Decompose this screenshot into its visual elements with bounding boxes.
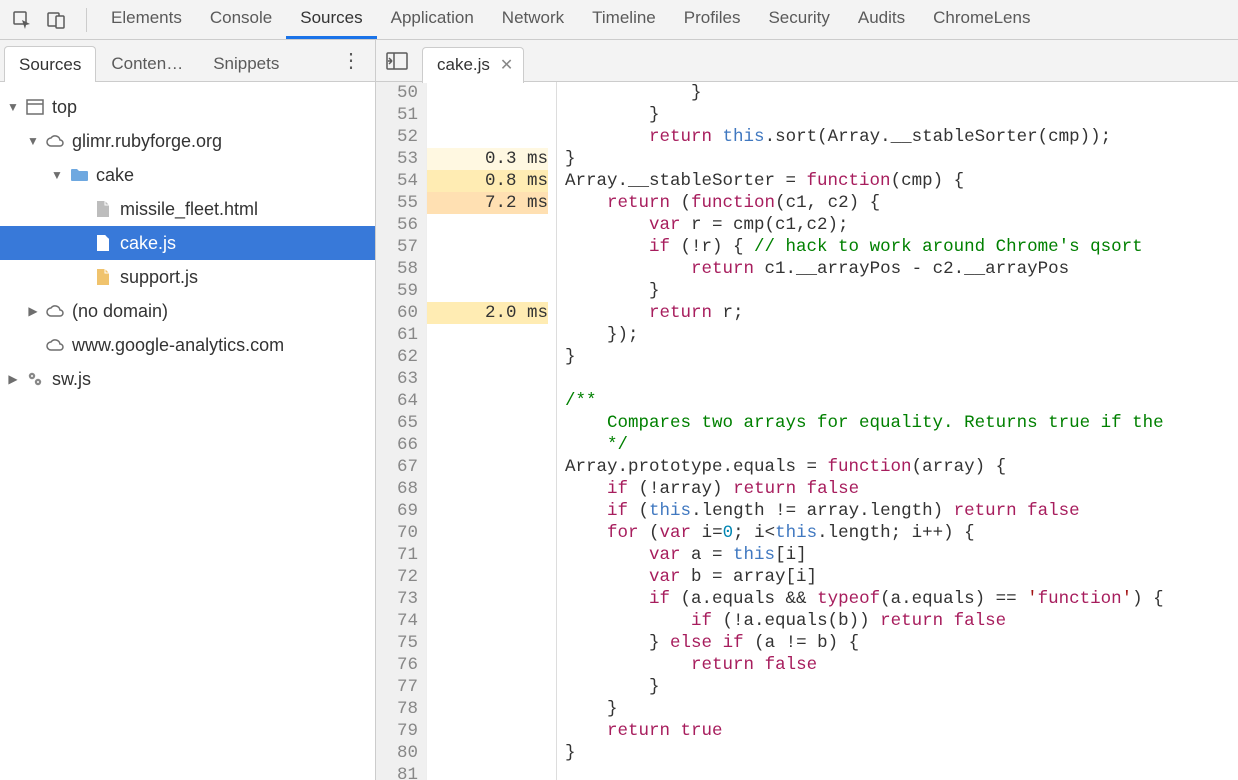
inspect-icon[interactable] — [8, 6, 36, 34]
snip-icon — [92, 266, 114, 288]
tree-node-label: sw.js — [52, 369, 91, 390]
editor-panel: cake.js ✕ 505152535455565758596061626364… — [376, 40, 1238, 780]
line-numbers: 5051525354555657585960616263646566676869… — [376, 82, 426, 780]
file-icon — [92, 198, 114, 220]
cloud-icon — [44, 130, 66, 152]
toggle-navigator-icon[interactable] — [382, 46, 412, 76]
file-icon — [92, 232, 114, 254]
cloud-icon — [44, 300, 66, 322]
panel-tab-chromelens[interactable]: ChromeLens — [919, 0, 1044, 39]
tree-node-label: missile_fleet.html — [120, 199, 258, 220]
device-toggle-icon[interactable] — [42, 6, 70, 34]
panel-tab-security[interactable]: Security — [754, 0, 843, 39]
sidebar-tab-conten[interactable]: Conten… — [96, 45, 198, 81]
tree-node-label: support.js — [120, 267, 198, 288]
panel-tab-sources[interactable]: Sources — [286, 0, 376, 39]
sidebar-tabs: SourcesConten…Snippets ⋮ — [0, 40, 375, 82]
tree-node-cake-js[interactable]: cake.js — [0, 226, 375, 260]
more-options-icon[interactable]: ⋮ — [341, 48, 363, 73]
tree-node-sw-js[interactable]: ▶ sw.js — [0, 362, 375, 396]
panel-tab-elements[interactable]: Elements — [97, 0, 196, 39]
gear-icon — [24, 368, 46, 390]
tree-node-label: (no domain) — [72, 301, 168, 322]
panel-tab-profiles[interactable]: Profiles — [670, 0, 755, 39]
sidebar-tab-snippets[interactable]: Snippets — [198, 45, 294, 81]
sources-sidebar: SourcesConten…Snippets ⋮ ▼ top ▼ glimr.ruby… — [0, 40, 376, 780]
frame-icon — [24, 96, 46, 118]
tree-node-missile-fleet-html[interactable]: missile_fleet.html — [0, 192, 375, 226]
disclosure-icon[interactable]: ▼ — [50, 168, 64, 182]
editor-tab-label: cake.js — [437, 55, 490, 75]
disclosure-icon[interactable]: ▶ — [26, 304, 40, 318]
tree-node-glimr-rubyforge-org[interactable]: ▼ glimr.rubyforge.org — [0, 124, 375, 158]
panel-tabs: ElementsConsoleSourcesApplicationNetwork… — [97, 0, 1044, 39]
panel-tab-audits[interactable]: Audits — [844, 0, 919, 39]
tree-node--no-domain-[interactable]: ▶ (no domain) — [0, 294, 375, 328]
editor-tabs: cake.js ✕ — [376, 40, 1238, 82]
timing-gutter: 0.3 ms0.8 ms7.2 ms2.0 ms — [426, 82, 556, 780]
tree-node-label: top — [52, 97, 77, 118]
tree-node-label: cake.js — [120, 233, 176, 254]
tree-node-label: glimr.rubyforge.org — [72, 131, 222, 152]
tree-node-www-google-analytics-com[interactable]: www.google-analytics.com — [0, 328, 375, 362]
code-editor[interactable]: 5051525354555657585960616263646566676869… — [376, 82, 1238, 780]
close-tab-icon[interactable]: ✕ — [500, 55, 513, 75]
disclosure-icon[interactable]: ▼ — [26, 134, 40, 148]
tree-node-support-js[interactable]: support.js — [0, 260, 375, 294]
cloud-icon — [44, 334, 66, 356]
sidebar-tab-sources[interactable]: Sources — [4, 46, 96, 82]
panel-tab-console[interactable]: Console — [196, 0, 286, 39]
tree-node-label: www.google-analytics.com — [72, 335, 284, 356]
panel-tab-timeline[interactable]: Timeline — [578, 0, 670, 39]
tree-node-top[interactable]: ▼ top — [0, 90, 375, 124]
code-content[interactable]: } } return this.sort(Array.__stableSorte… — [557, 82, 1164, 780]
tree-node-label: cake — [96, 165, 134, 186]
panel-tab-network[interactable]: Network — [488, 0, 578, 39]
file-tree[interactable]: ▼ top ▼ glimr.rubyforge.org ▼ cake missile_fle… — [0, 82, 375, 780]
devtools-toolbar: ElementsConsoleSourcesApplicationNetwork… — [0, 0, 1238, 40]
disclosure-icon[interactable]: ▼ — [6, 100, 20, 114]
toolbar-divider — [86, 8, 87, 32]
folder-icon — [68, 164, 90, 186]
tree-node-cake[interactable]: ▼ cake — [0, 158, 375, 192]
editor-tab-cakejs[interactable]: cake.js ✕ — [422, 47, 524, 83]
disclosure-icon[interactable]: ▶ — [6, 372, 20, 386]
panel-tab-application[interactable]: Application — [377, 0, 488, 39]
